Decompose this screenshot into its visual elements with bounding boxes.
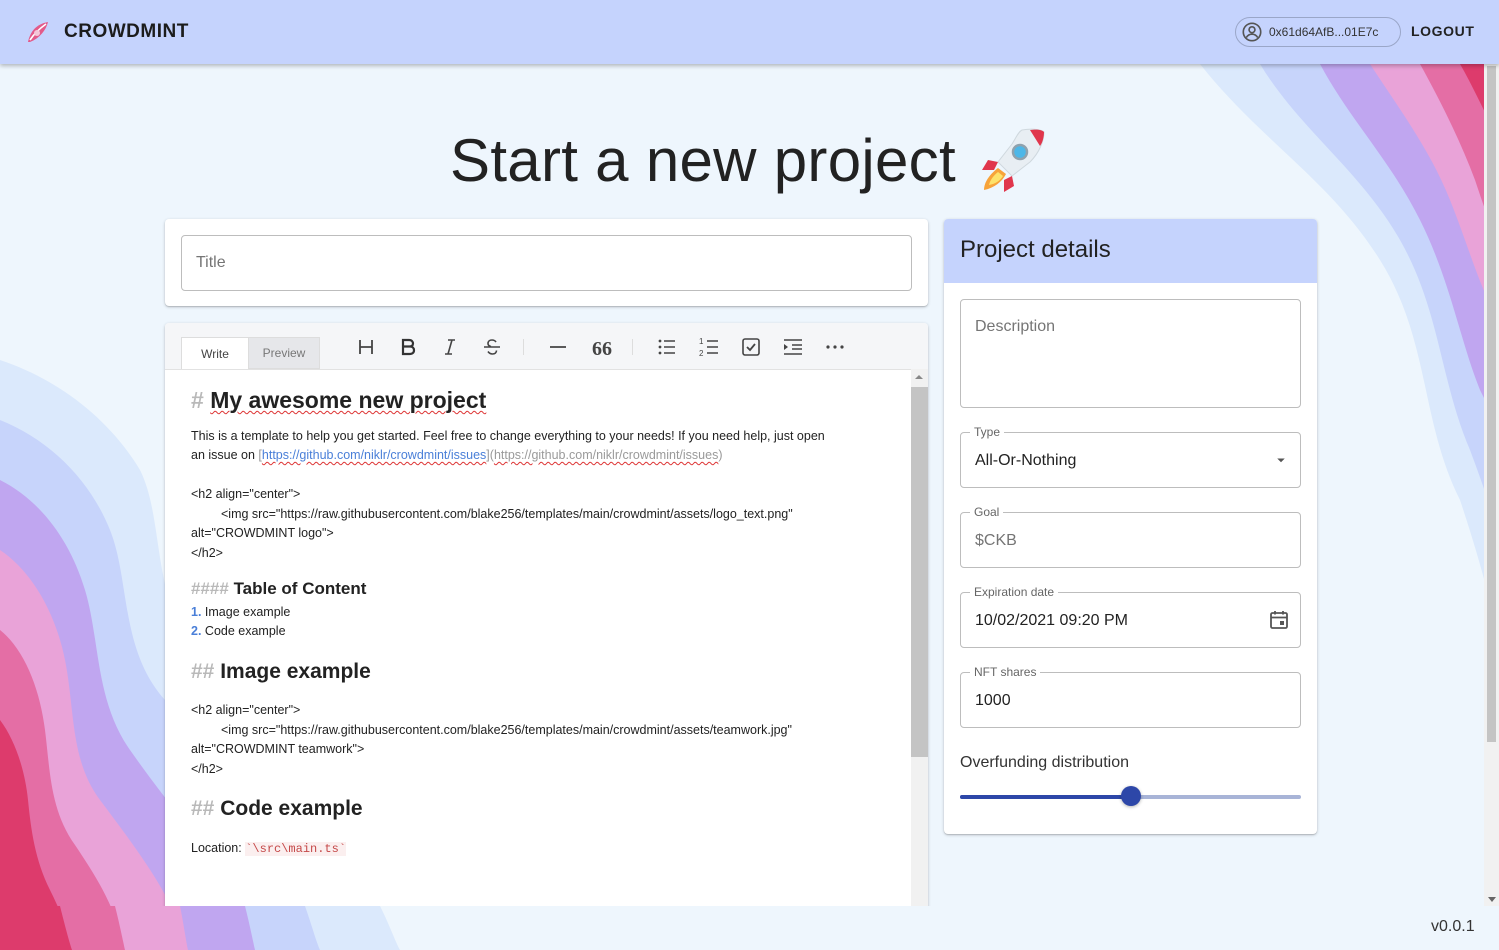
- bold-icon[interactable]: [396, 335, 420, 359]
- scroll-down-arrow-icon[interactable]: [1488, 897, 1496, 902]
- md-h2-close-tag: </h2>: [191, 545, 223, 560]
- crowdmint-logo-icon[interactable]: [24, 18, 52, 46]
- md-heading-4: #### Table of Content: [191, 579, 881, 599]
- heading-icon[interactable]: [354, 335, 378, 359]
- wallet-address-chip[interactable]: 0x61d64AfB...01E7c: [1235, 17, 1401, 47]
- md-img-logo-alt: alt="CROWDMINT logo">: [191, 526, 334, 540]
- md-h2-open-tag-2: <h2 align="center">: [191, 703, 301, 717]
- description-placeholder: Description: [975, 318, 1056, 335]
- md-img-teamwork: <img src="https://raw.githubusercontent.…: [221, 722, 792, 737]
- svg-text:2: 2: [699, 349, 704, 358]
- editor-scrollbar-thumb[interactable]: [911, 387, 928, 757]
- type-label: Type: [970, 425, 1005, 439]
- md-h2-close-tag-2: </h2>: [191, 761, 223, 776]
- page-scrollbar-thumb[interactable]: [1487, 66, 1496, 742]
- title-card: Title: [165, 219, 928, 306]
- goal-input[interactable]: Goal $CKB: [960, 505, 1301, 568]
- md-img-logo: <img src="https://raw.githubusercontent.…: [221, 506, 793, 521]
- nft-shares-input[interactable]: NFT shares 1000: [960, 665, 1301, 728]
- project-details-title: Project details: [960, 236, 1111, 263]
- strikethrough-icon[interactable]: [480, 335, 504, 359]
- toolbar-separator: [632, 339, 633, 355]
- md-paragraph-line-1: This is a template to help you get start…: [191, 428, 825, 443]
- app-bar: CROWDMINT 0x61d64AfB...01E7c LOGOUT: [0, 0, 1499, 64]
- md-heading-2-image: ## Image example: [191, 659, 881, 683]
- editor-scroll-up-arrow-icon[interactable]: [915, 375, 923, 379]
- title-input[interactable]: Title: [181, 235, 912, 291]
- md-link-url[interactable]: https://github.com/niklr/crowdmint/issue…: [494, 448, 718, 462]
- markdown-editor: Write Preview 66 1 2 # My awesome new pr…: [165, 323, 928, 923]
- toolbar-separator: [523, 339, 524, 355]
- tab-preview[interactable]: Preview: [249, 337, 320, 369]
- md-html-block-1: <h2 align="center"> <img src="https://ra…: [191, 485, 881, 563]
- goal-placeholder: $CKB: [975, 532, 1017, 549]
- type-select[interactable]: Type All-Or-Nothing: [960, 425, 1301, 488]
- overfunding-label: Overfunding distribution: [960, 754, 1129, 771]
- expiration-value: 10/02/2021 09:20 PM: [975, 612, 1129, 629]
- md-location-code: `\src\main.ts`: [245, 841, 347, 856]
- dropdown-arrow-icon[interactable]: [1272, 451, 1290, 469]
- md-location-label: Location:: [191, 840, 242, 855]
- md-ordered-list: 1. Image example 2. Code example: [191, 603, 881, 642]
- goal-label: Goal: [970, 505, 1004, 519]
- md-h4-marker: ####: [191, 579, 229, 598]
- wallet-address-text: 0x61d64AfB...01E7c: [1269, 25, 1379, 39]
- md-h2-open-tag: <h2 align="center">: [191, 487, 301, 501]
- md-h2-marker: ##: [191, 659, 215, 683]
- description-textarea[interactable]: Description: [960, 299, 1301, 408]
- page-title-text: Start a new project: [450, 126, 956, 194]
- md-html-block-2: <h2 align="center"> <img src="https://ra…: [191, 701, 881, 779]
- calendar-icon[interactable]: [1267, 608, 1291, 632]
- nft-shares-value: 1000: [975, 692, 1011, 709]
- overfunding-slider-track[interactable]: [960, 795, 1131, 799]
- markdown-text-area[interactable]: # My awesome new project This is a templ…: [191, 385, 881, 859]
- project-details-header: Project details: [944, 219, 1317, 283]
- md-location-line: Location: `\src\main.ts`: [191, 839, 881, 860]
- type-value: All-Or-Nothing: [975, 452, 1077, 469]
- md-heading-1: # My awesome new project: [191, 389, 881, 412]
- editor-toolbar: Write Preview 66 1 2: [165, 323, 928, 370]
- svg-text:1: 1: [699, 337, 704, 346]
- unordered-list-icon[interactable]: [655, 335, 679, 359]
- tab-write[interactable]: Write: [181, 337, 249, 369]
- brand-name[interactable]: CROWDMINT: [64, 21, 189, 43]
- italic-icon[interactable]: [438, 335, 462, 359]
- expiration-label: Expiration date: [970, 585, 1059, 599]
- more-icon[interactable]: [823, 335, 847, 359]
- ordered-list-icon[interactable]: 1 2: [697, 335, 721, 359]
- indent-icon[interactable]: [781, 335, 805, 359]
- md-h2-code-text: Code example: [220, 797, 363, 820]
- horizontal-rule-icon[interactable]: [546, 335, 570, 359]
- overfunding-slider-thumb[interactable]: [1120, 786, 1141, 806]
- checklist-icon[interactable]: [739, 335, 763, 359]
- project-details-card: Project details Description Type All-Or-…: [944, 219, 1317, 834]
- account-circle-icon: [1242, 22, 1262, 42]
- md-heading-2-code: ## Code example: [191, 797, 881, 820]
- md-h2-image-text: Image example: [220, 659, 371, 683]
- rocket-icon: [981, 128, 1045, 192]
- md-paragraph: This is a template to help you get start…: [191, 428, 825, 463]
- md-h4-text: Table of Content: [233, 579, 367, 598]
- page-scrollbar[interactable]: [1484, 64, 1499, 906]
- title-placeholder: Title: [196, 254, 226, 271]
- md-link-text[interactable]: https://github.com/niklr/crowdmint/issue…: [262, 448, 486, 462]
- list-item: 2. Code example: [191, 624, 286, 638]
- md-paragraph-line-2: an issue on: [191, 448, 255, 462]
- md-h1-text: My awesome new project: [210, 387, 487, 413]
- md-h1-marker: #: [191, 387, 204, 413]
- expiration-date-input[interactable]: Expiration date 10/02/2021 09:20 PM: [960, 585, 1301, 648]
- list-item: 1. Image example: [191, 604, 291, 619]
- page-title: Start a new project: [450, 124, 1048, 196]
- md-img-teamwork-alt: alt="CROWDMINT teamwork">: [191, 742, 365, 756]
- svg-text:66: 66: [592, 338, 612, 359]
- md-h2-marker-2: ##: [191, 797, 215, 820]
- app-version: v0.0.1: [1431, 918, 1475, 935]
- quote-icon[interactable]: 66: [588, 335, 612, 359]
- nft-shares-label: NFT shares: [970, 665, 1041, 679]
- logout-button[interactable]: LOGOUT: [1411, 23, 1474, 39]
- editor-scrollbar[interactable]: [911, 369, 928, 923]
